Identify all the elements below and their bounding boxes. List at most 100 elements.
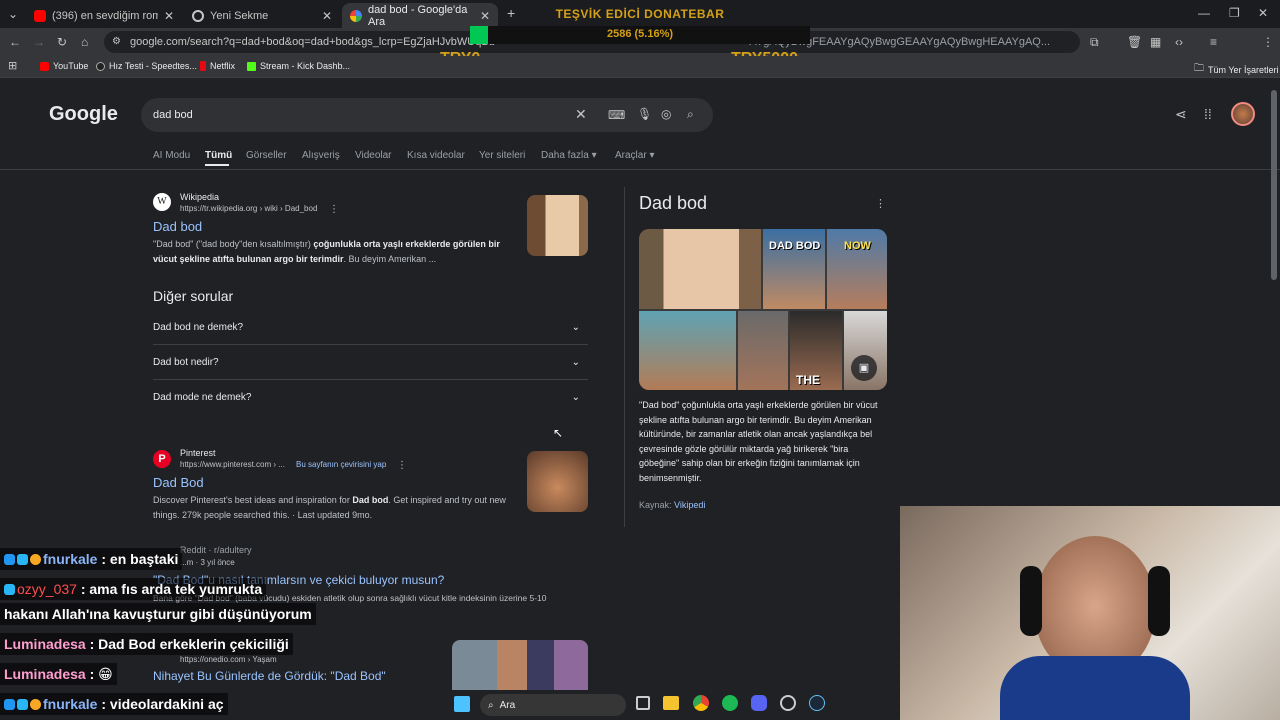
all-bookmarks[interactable]: 🗀 Tüm Yer İşaretleri <box>1194 61 1279 78</box>
obs-icon[interactable] <box>780 695 796 711</box>
translate-link[interactable]: Bu sayfanın çevirisini yap <box>296 460 386 469</box>
menu-icon[interactable]: ⋮ <box>1262 35 1274 49</box>
mic-icon[interactable]: 🎙 <box>637 107 652 121</box>
kp-image[interactable] <box>639 311 736 390</box>
tab-images[interactable]: Görseller <box>246 150 287 161</box>
bookmark-speedtest[interactable]: Hız Testi - Speedtes... <box>96 61 197 71</box>
tab-search-icon[interactable]: ⌄ <box>8 7 18 21</box>
search-box[interactable]: dad bod ✕ ⌨ 🎙 ◎ ⌕ <box>141 98 713 132</box>
maximize-icon[interactable]: ❐ <box>1229 6 1240 20</box>
bookmark-kick[interactable]: Stream - Kick Dashb... <box>247 61 350 71</box>
kp-more-icon[interactable]: ⋮ <box>875 197 886 211</box>
pinterest-icon: P <box>153 450 171 468</box>
chat-message: hakanı Allah'ına kavuşturur gibi düşünüy… <box>0 603 316 625</box>
keyboard-icon[interactable]: ⌨ <box>608 108 625 122</box>
chrome-taskbar-icon[interactable] <box>693 695 709 711</box>
kp-image-text: THE <box>796 373 820 387</box>
result-title-link[interactable]: Nihayet Bu Günlerde de Gördük: "Dad Bod" <box>153 669 386 683</box>
kp-divider <box>624 187 625 527</box>
taskbar: ⌕ Ara <box>440 690 840 720</box>
result-image-strip[interactable] <box>452 640 588 690</box>
result-thumbnail[interactable] <box>527 451 588 512</box>
search-input[interactable]: dad bod <box>153 109 193 121</box>
question-item[interactable]: Dad mode ne demek? ⌄ <box>153 380 588 415</box>
result-title-link[interactable]: Dad Bod <box>153 475 204 490</box>
tab-all[interactable]: Tümü <box>205 150 232 161</box>
youtube-icon <box>40 61 49 71</box>
tab-more[interactable]: Daha fazla ▾ <box>541 150 597 161</box>
tab-new[interactable]: Yeni Sekme ✕ <box>184 3 340 28</box>
home-icon[interactable]: ⌂ <box>81 35 88 49</box>
result-thumbnail[interactable] <box>527 195 588 256</box>
bookmark-label: YouTube <box>53 61 89 71</box>
result-site-name: Reddit · r/adultery <box>180 545 252 555</box>
result-url: https://tr.wikipedia.org › wiki › Dad_bo… <box>180 204 318 213</box>
chevron-down-icon: ⌄ <box>571 356 580 368</box>
taskbar-search-label: Ara <box>499 699 516 711</box>
question-text: Dad bot nedir? <box>153 356 219 368</box>
file-explorer-icon[interactable] <box>663 696 679 710</box>
more-options-icon[interactable]: ⋮ <box>329 203 339 217</box>
chat-message: ozyy_037 : ama fıs arda tek yumrukta <box>0 578 267 600</box>
result-snippet: Discover Pinterest's best ideas and insp… <box>153 493 513 523</box>
more-options-icon[interactable]: ⋮ <box>397 459 407 473</box>
tab-places[interactable]: Yer siteleri <box>479 150 525 161</box>
steam-icon[interactable] <box>809 695 825 711</box>
trash-icon[interactable]: 🗑 <box>1127 35 1142 49</box>
chat-username: Luminadesa <box>4 666 86 682</box>
page-scrollbar[interactable] <box>1271 90 1277 280</box>
media-icon[interactable]: ≡ <box>1210 35 1217 49</box>
tab-shopping[interactable]: Alışveriş <box>302 150 340 161</box>
share-icon[interactable]: ⋖ <box>1175 107 1187 121</box>
close-icon[interactable]: ✕ <box>164 9 174 23</box>
task-view-icon[interactable] <box>636 696 650 710</box>
tab-ai-mode[interactable]: AI Modu <box>153 150 190 161</box>
window-close-icon[interactable]: ✕ <box>1258 6 1268 20</box>
search-icon[interactable]: ⌕ <box>687 107 694 121</box>
question-item[interactable]: Dad bot nedir? ⌄ <box>153 345 588 380</box>
bookmark-label: Hız Testi - Speedtes... <box>109 61 197 71</box>
chrome-icon <box>192 9 204 22</box>
forward-icon[interactable]: → <box>33 35 45 49</box>
extensions-icon[interactable]: ⧉ <box>1090 35 1099 49</box>
tab-youtube[interactable]: (396) en sevdiğim roman kavga ✕ <box>26 3 182 28</box>
grid-extension-icon[interactable]: ▦ <box>1150 35 1161 49</box>
more-images-icon[interactable]: ▣ <box>851 355 877 381</box>
badge-icon <box>4 584 15 595</box>
kp-image[interactable] <box>639 229 761 309</box>
code-icon[interactable]: ‹› <box>1175 35 1183 49</box>
bookmark-youtube[interactable]: YouTube <box>40 61 88 71</box>
close-icon[interactable]: ✕ <box>322 9 332 23</box>
tab-short-videos[interactable]: Kısa videolar <box>407 150 465 161</box>
taskbar-search[interactable]: ⌕ Ara <box>480 694 626 716</box>
site-info-icon[interactable]: ⚙ <box>112 35 121 49</box>
chat-message: Luminadesa : 😁 <box>0 663 117 685</box>
bookmark-netflix[interactable]: Netflix <box>200 61 235 71</box>
lens-icon[interactable]: ◎ <box>661 107 671 121</box>
kp-image[interactable] <box>738 311 788 390</box>
question-text: Dad mode ne demek? <box>153 392 252 403</box>
discord-icon[interactable] <box>751 695 767 711</box>
windows-start-icon[interactable] <box>454 696 470 712</box>
reload-icon[interactable]: ↻ <box>57 35 67 49</box>
result-meta: ...m · 3 yıl önce <box>180 558 235 567</box>
chat-username: ozyy_037 <box>17 581 77 597</box>
minimize-icon[interactable]: — <box>1198 6 1210 20</box>
badge-icon <box>30 699 41 710</box>
google-logo[interactable]: Google <box>49 103 118 126</box>
back-icon[interactable]: ← <box>9 35 21 49</box>
kp-source: Kaynak: Vikipedi <box>639 500 705 510</box>
apps-icon[interactable]: ⊞ <box>8 59 17 73</box>
account-avatar[interactable] <box>1231 102 1255 126</box>
kp-source-link[interactable]: Vikipedi <box>674 500 705 510</box>
bookmarks-bar: ⊞ YouTube Hız Testi - Speedtes... Netfli… <box>0 56 1280 78</box>
tab-videos[interactable]: Videolar <box>355 150 392 161</box>
kp-image-grid[interactable]: DAD BOD NOW THE ▣ <box>639 229 887 390</box>
clear-icon[interactable]: ✕ <box>575 107 587 121</box>
result-title-link[interactable]: Dad bod <box>153 219 202 234</box>
badge-icon <box>17 699 28 710</box>
google-apps-icon[interactable]: ⁞⁞ <box>1204 107 1212 121</box>
spotify-icon[interactable] <box>722 695 738 711</box>
question-item[interactable]: Dad bod ne demek? ⌄ <box>153 310 588 345</box>
tab-tools[interactable]: Araçlar ▾ <box>615 150 654 161</box>
